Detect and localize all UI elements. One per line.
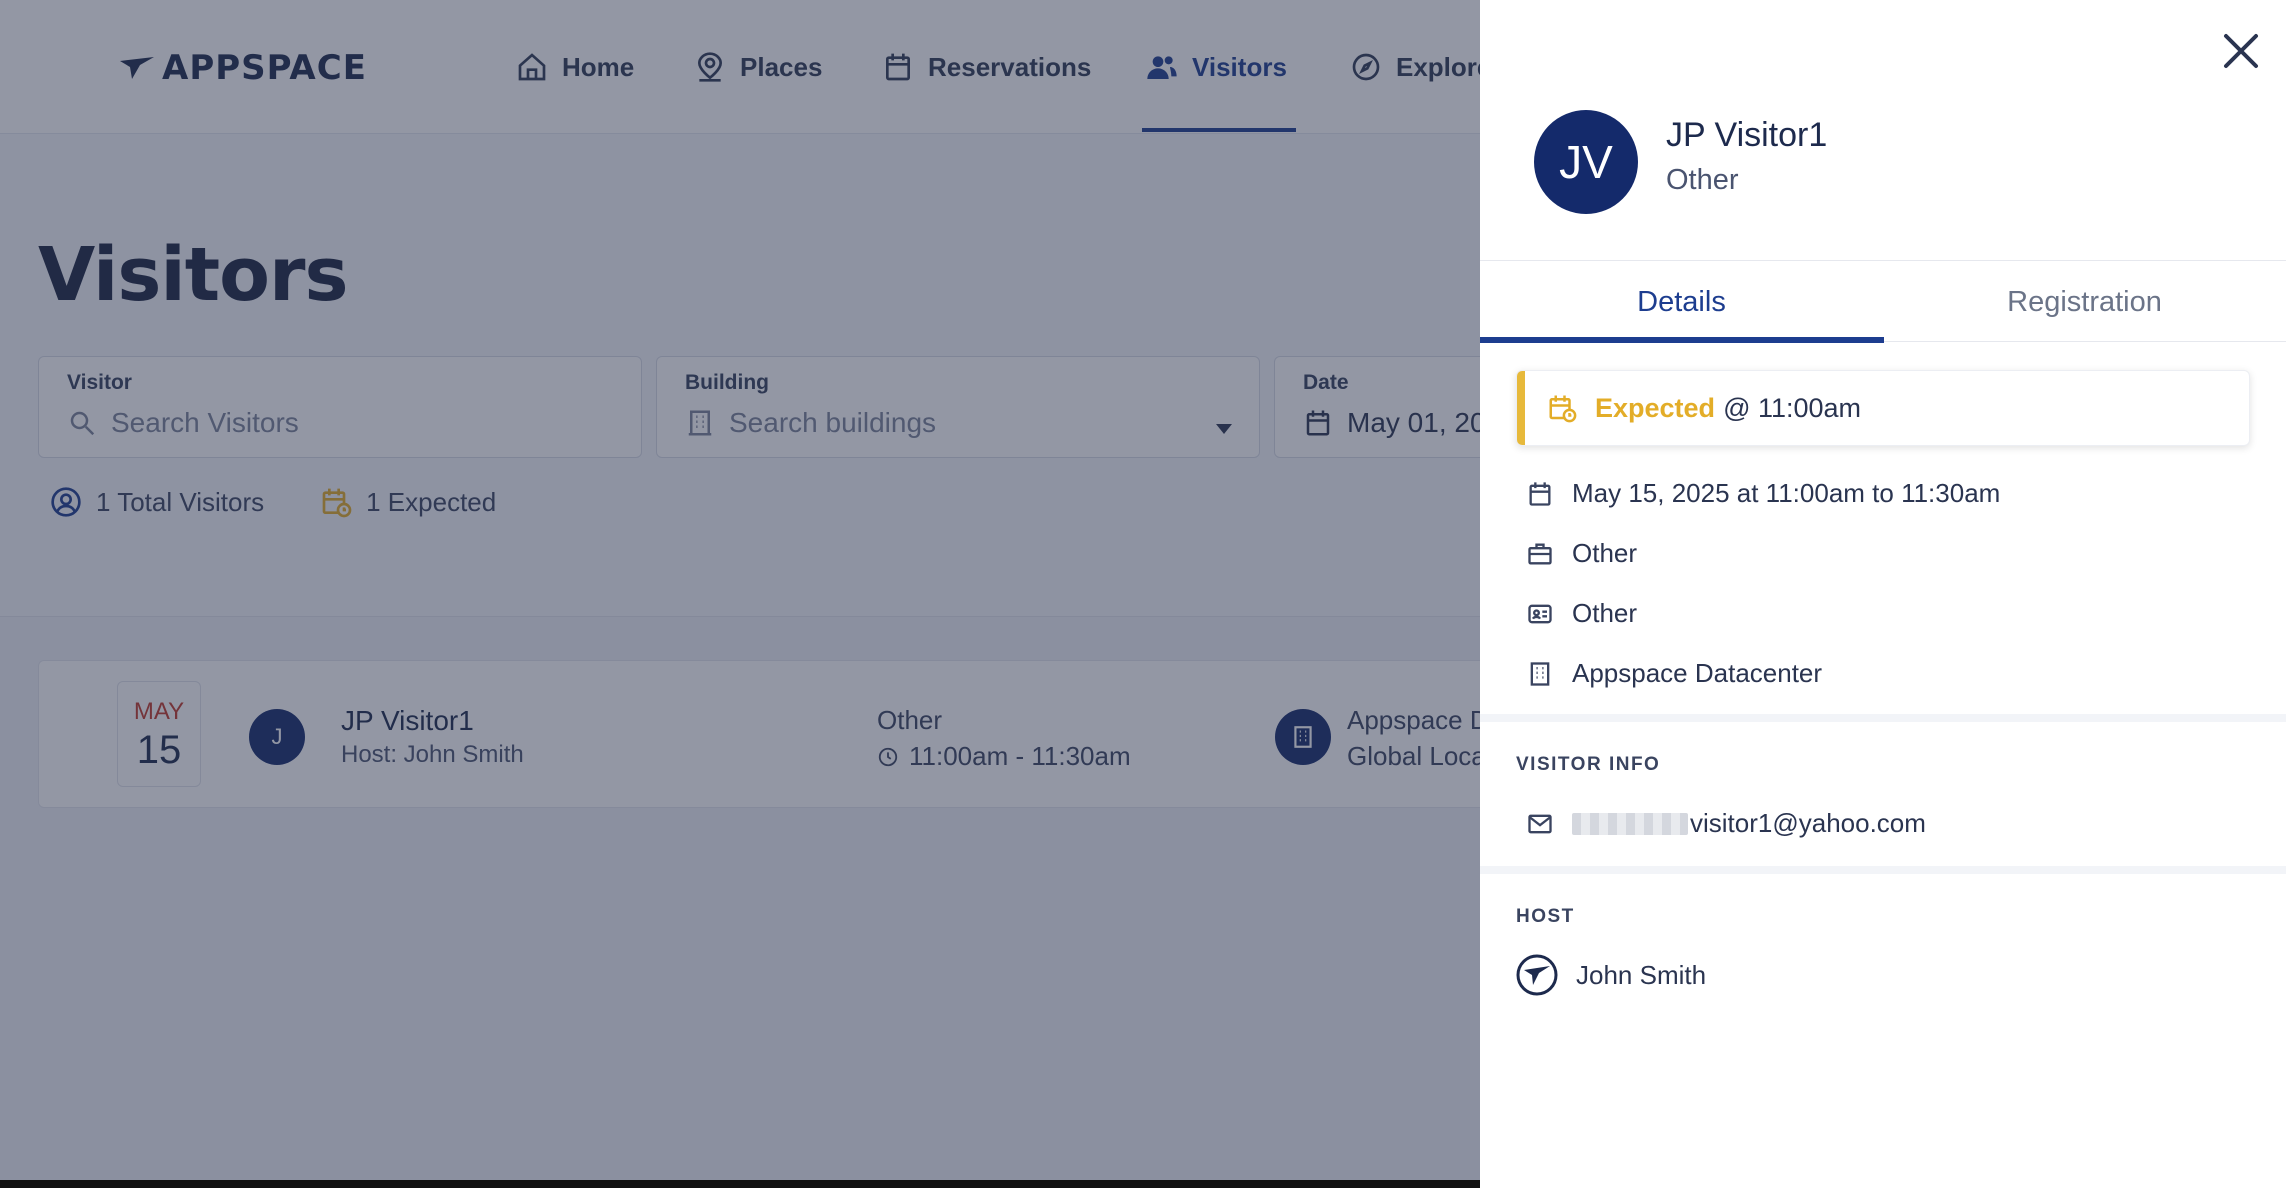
status-accent-bar [1517, 371, 1525, 445]
section-divider [1480, 714, 2286, 722]
building-icon [1530, 661, 1550, 686]
visitor-email-text: visitor1@yahoo.com [1690, 808, 1926, 838]
detail-visit-type: Other [1526, 538, 1637, 569]
host-avatar-icon [1516, 954, 1558, 996]
host-row: John Smith [1516, 954, 1706, 996]
modal-backdrop[interactable] [0, 0, 1480, 1188]
visitor-details-panel: JV JP Visitor1 Other Details Registratio… [1480, 0, 2286, 1188]
host-name: John Smith [1576, 959, 1707, 990]
close-icon[interactable] [2218, 28, 2264, 74]
mail-icon [1528, 814, 1552, 833]
detail-datetime: May 15, 2025 at 11:00am to 11:30am [1526, 478, 2000, 509]
tab-active-indicator [1480, 337, 1884, 343]
visitor-email-value: visitor1@yahoo.com [1572, 808, 1926, 839]
visitor-info-heading: VISITOR INFO [1516, 754, 1661, 775]
host-heading: HOST [1516, 906, 1575, 927]
avatar: JV [1534, 110, 1638, 214]
calendar-icon [1529, 481, 1551, 506]
detail-id-type-text: Other [1572, 598, 1638, 628]
detail-datetime-text: May 15, 2025 at 11:00am to 11:30am [1572, 478, 2001, 508]
window-bottom-edge [0, 1180, 1480, 1188]
panel-tabs: Details Registration [1480, 260, 2286, 343]
detail-building-text: Appspace Datacenter [1572, 658, 1823, 688]
visitor-email: visitor1@yahoo.com [1526, 808, 1926, 839]
detail-id-type: Other [1526, 598, 1637, 629]
status-badge: Expected @ 11:00am [1516, 370, 2250, 446]
tab-details[interactable]: Details [1480, 261, 1883, 343]
calendar-clock-icon [1549, 395, 1577, 423]
detail-building: Appspace Datacenter [1526, 658, 1822, 689]
status-time: @ 11:00am [1723, 392, 1862, 423]
status-label: Expected [1595, 392, 1716, 423]
id-card-icon [1528, 604, 1552, 623]
tab-registration[interactable]: Registration [1883, 261, 2286, 343]
panel-visitor-name: JP Visitor1 [1666, 116, 1828, 154]
briefcase-icon [1528, 543, 1552, 564]
redacted-text [1572, 812, 1688, 835]
section-divider [1480, 866, 2286, 874]
panel-visitor-subtitle: Other [1666, 164, 1739, 196]
detail-visit-type-text: Other [1572, 538, 1638, 568]
